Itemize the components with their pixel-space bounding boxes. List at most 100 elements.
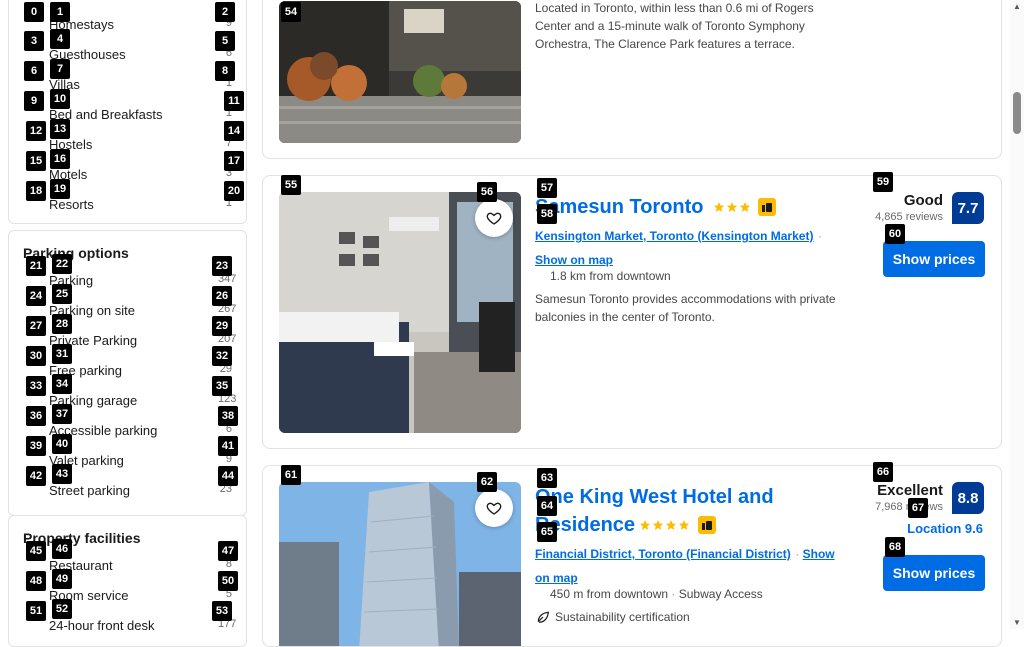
annotation-marker: 44 — [218, 466, 238, 486]
annotation-marker: 40 — [52, 434, 72, 454]
annotation-marker: 56 — [477, 182, 497, 202]
star-icon — [640, 520, 650, 530]
annotation-marker: 21 — [26, 256, 46, 276]
annotation-marker: 46 — [52, 539, 72, 559]
property-card-clarence-park: Located in Toronto, within less than 0.6… — [262, 0, 1002, 159]
annotation-marker: 61 — [281, 465, 301, 485]
show-on-map-link[interactable]: Show on map — [535, 253, 613, 267]
location-subscore: Location 9.6 — [907, 521, 983, 536]
preferred-partner-icon — [758, 198, 776, 216]
star-rating — [639, 519, 690, 531]
annotation-marker: 3 — [24, 31, 44, 51]
annotation-marker: 59 — [873, 172, 893, 192]
annotation-marker: 18 — [26, 181, 46, 201]
annotation-marker: 50 — [218, 571, 238, 591]
annotation-marker: 10 — [50, 89, 70, 109]
filter-option-label: Street parking — [49, 483, 130, 498]
location-link[interactable]: Kensington Market, Toronto (Kensington M… — [535, 229, 813, 243]
show-prices-button[interactable]: Show prices — [883, 555, 985, 591]
location-line: Financial District, Toronto (Financial D… — [535, 547, 835, 585]
filter-option[interactable]: Villas 1 — [9, 71, 246, 101]
show-prices-button[interactable]: Show prices — [883, 241, 985, 277]
annotation-marker: 45 — [26, 541, 46, 561]
annotation-marker: 64 — [537, 496, 557, 516]
annotation-marker: 4 — [50, 29, 70, 49]
annotation-marker: 15 — [26, 151, 46, 171]
filter-option[interactable]: Guesthouses 6 — [9, 41, 246, 71]
star-icon — [740, 202, 750, 212]
annotation-marker: 53 — [212, 601, 232, 621]
annotation-marker: 38 — [218, 406, 238, 426]
patio-photo-image — [279, 1, 521, 143]
subway-access: Subway Access — [678, 587, 763, 601]
star-icon — [666, 520, 676, 530]
annotation-marker: 9 — [24, 91, 44, 111]
property-name-link[interactable]: Samesun Toronto — [535, 196, 704, 219]
annotation-marker: 57 — [537, 178, 557, 198]
annotation-marker: 43 — [52, 464, 72, 484]
annotation-marker: 25 — [52, 284, 72, 304]
review-count: 4,865 reviews — [875, 211, 943, 223]
save-to-favorites-button[interactable] — [475, 199, 513, 237]
review-score-badge[interactable]: 7.7 — [952, 192, 984, 224]
star-icon — [653, 520, 663, 530]
property-description: Samesun Toronto provides accommodations … — [535, 292, 836, 324]
save-to-favorites-button[interactable] — [475, 489, 513, 527]
annotation-marker: 62 — [477, 472, 497, 492]
scroll-up-arrow-icon[interactable]: ▲ — [1013, 2, 1021, 11]
filter-option[interactable]: Homestays 9 — [9, 11, 246, 41]
location-line: Kensington Market, Toronto (Kensington M… — [535, 229, 822, 267]
review-score-word: Excellent — [877, 482, 943, 499]
scroll-down-arrow-icon[interactable]: ▼ — [1013, 618, 1021, 627]
annotation-marker: 66 — [873, 462, 893, 482]
annotation-marker: 34 — [52, 374, 72, 394]
annotation-marker: 27 — [26, 316, 46, 336]
annotation-marker: 20 — [224, 181, 244, 201]
page-scrollbar[interactable]: ▲ ▼ — [1010, 0, 1024, 629]
location-link[interactable]: Financial District, Toronto (Financial D… — [535, 547, 791, 561]
sustainability-line: Sustainability certification — [535, 609, 690, 625]
filter-option-label: 24-hour front desk — [49, 618, 155, 633]
annotation-marker: 37 — [52, 404, 72, 424]
review-count: 7,968 reviews — [875, 501, 943, 513]
star-icon — [714, 202, 724, 212]
sustainability-certification: Sustainability certification — [555, 610, 690, 624]
annotation-marker: 13 — [50, 119, 70, 139]
property-card-samesun: Samesun Toronto Kensington Market, Toron… — [262, 175, 1002, 449]
annotation-marker: 51 — [26, 601, 46, 621]
annotation-marker: 31 — [52, 344, 72, 364]
heart-icon — [486, 212, 502, 225]
heart-icon — [486, 502, 502, 515]
property-photo[interactable] — [279, 1, 521, 143]
annotation-marker: 6 — [24, 61, 44, 81]
annotation-marker: 29 — [212, 316, 232, 336]
annotation-marker: 60 — [885, 224, 905, 244]
property-name-link[interactable]: One King West Hotel and — [535, 486, 774, 509]
annotation-marker: 5 — [215, 31, 235, 51]
annotation-marker: 1 — [50, 2, 70, 22]
annotation-marker: 33 — [26, 376, 46, 396]
scrollbar-thumb[interactable] — [1013, 92, 1021, 134]
review-score-badge[interactable]: 8.8 — [952, 482, 984, 514]
annotation-marker: 14 — [224, 121, 244, 141]
annotation-marker: 7 — [50, 59, 70, 79]
annotation-marker: 30 — [26, 346, 46, 366]
distance-from-downtown: 450 m from downtown — [550, 587, 669, 601]
annotation-marker: 26 — [212, 286, 232, 306]
annotation-marker: 49 — [52, 569, 72, 589]
filter-option-label: Resorts — [49, 197, 94, 212]
distance-line: 450 m from downtown · Subway Access — [550, 587, 763, 601]
review-score-word: Good — [903, 192, 943, 209]
annotation-marker: 8 — [215, 61, 235, 81]
star-rating — [713, 201, 751, 213]
property-description: Located in Toronto, within less than 0.6… — [535, 1, 814, 51]
annotation-marker: 16 — [50, 149, 70, 169]
star-icon — [679, 520, 689, 530]
annotation-marker: 36 — [26, 406, 46, 426]
annotation-marker: 32 — [212, 346, 232, 366]
annotation-marker: 55 — [281, 175, 301, 195]
annotation-marker: 35 — [212, 376, 232, 396]
annotation-marker: 19 — [50, 179, 70, 199]
annotation-marker: 0 — [24, 2, 44, 22]
annotation-marker: 24 — [26, 286, 46, 306]
